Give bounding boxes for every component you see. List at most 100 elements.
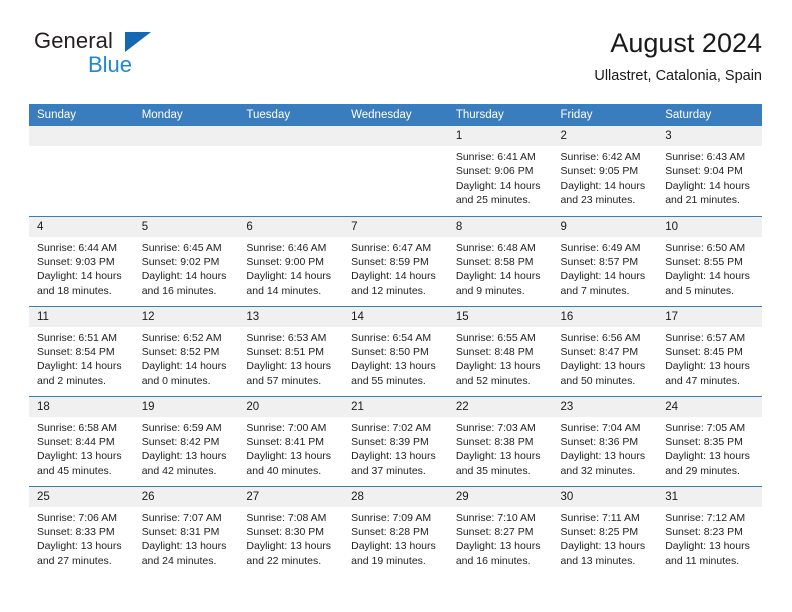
sunrise-text: Sunrise: 6:52 AM <box>141 331 222 344</box>
calendar-day-cell[interactable]: 16 Sunrise: 6:56 AM Sunset: 8:47 PM Dayligh… <box>552 305 658 396</box>
day-sun-info: Sunrise: 7:10 AM Sunset: 8:27 PM Daylight:… <box>448 507 553 569</box>
daylight-text-line1: Daylight: 14 hours <box>37 360 122 373</box>
calendar-day-cell[interactable]: 31 Sunrise: 7:12 AM Sunset: 8:23 PM Dayligh… <box>657 485 762 576</box>
calendar-day-cell[interactable]: 30 Sunrise: 7:11 AM Sunset: 8:25 PM Dayligh… <box>552 485 658 576</box>
brand-logo[interactable]: General Blue <box>30 26 330 86</box>
calendar-day-cell[interactable]: 1 Sunrise: 6:41 AM Sunset: 9:06 PM Daylight… <box>447 126 553 216</box>
calendar-day-cell[interactable]: 8 Sunrise: 6:48 AM Sunset: 8:58 PM Daylight… <box>447 215 553 306</box>
sunset-text: Sunset: 9:03 PM <box>37 255 115 268</box>
day-number: 11 <box>29 306 134 327</box>
daylight-text-line2: and 25 minutes. <box>455 194 531 207</box>
sunset-text: Sunset: 8:33 PM <box>37 525 115 538</box>
calendar-day-cell-empty <box>238 126 344 216</box>
daylight-text-line2: and 55 minutes. <box>351 374 426 387</box>
sunrise-text: Sunrise: 6:58 AM <box>37 421 117 434</box>
day-sun-info: Sunrise: 7:09 AM Sunset: 8:28 PM Daylight:… <box>343 507 448 569</box>
calendar-day-cell[interactable]: 27 Sunrise: 7:08 AM Sunset: 8:30 PM Dayligh… <box>238 485 344 576</box>
calendar-day-cell[interactable]: 18 Sunrise: 6:58 AM Sunset: 8:44 PM Dayligh… <box>29 395 134 486</box>
calendar-day-cell[interactable]: 12 Sunrise: 6:52 AM Sunset: 8:52 PM Dayligh… <box>133 305 239 396</box>
day-sun-info: Sunrise: 7:07 AM Sunset: 8:31 PM Daylight:… <box>134 507 239 569</box>
sunset-text: Sunset: 8:38 PM <box>455 435 534 448</box>
sunrise-text: Sunrise: 6:51 AM <box>37 331 117 344</box>
day-number: 13 <box>238 306 344 327</box>
daylight-text-line1: Daylight: 13 hours <box>665 360 750 373</box>
calendar-day-cell[interactable]: 14 Sunrise: 6:54 AM Sunset: 8:50 PM Dayligh… <box>343 305 448 396</box>
sunrise-text: Sunrise: 7:05 AM <box>665 421 746 434</box>
calendar-day-cell[interactable]: 28 Sunrise: 7:09 AM Sunset: 8:28 PM Dayligh… <box>343 485 448 576</box>
calendar-day-cell[interactable]: 10 Sunrise: 6:50 AM Sunset: 8:55 PM Dayligh… <box>657 215 762 306</box>
daylight-text-line2: and 22 minutes. <box>246 554 322 567</box>
sunset-text: Sunset: 9:00 PM <box>246 255 325 268</box>
sunset-text: Sunset: 8:52 PM <box>141 345 220 358</box>
sunrise-text: Sunrise: 7:09 AM <box>351 511 432 524</box>
sunset-text: Sunset: 8:42 PM <box>141 435 220 448</box>
calendar-day-cell[interactable]: 5 Sunrise: 6:45 AM Sunset: 9:02 PM Daylight… <box>133 215 239 306</box>
calendar-day-cell[interactable]: 29 Sunrise: 7:10 AM Sunset: 8:27 PM Dayligh… <box>447 485 553 576</box>
day-number: 3 <box>657 126 762 146</box>
sunset-text: Sunset: 8:25 PM <box>560 525 639 538</box>
calendar-day-cell[interactable]: 17 Sunrise: 6:57 AM Sunset: 8:45 PM Dayligh… <box>657 305 762 396</box>
weekday-header-friday: Friday <box>552 104 658 126</box>
calendar-day-cell[interactable]: 7 Sunrise: 6:47 AM Sunset: 8:59 PM Daylight… <box>343 215 448 306</box>
daylight-text-line1: Daylight: 14 hours <box>560 270 646 283</box>
day-number: 30 <box>552 486 658 507</box>
daylight-text-line2: and 50 minutes. <box>560 374 636 387</box>
calendar-header-row: Sunday Monday Tuesday Wednesday Thursday Frid… <box>29 104 762 126</box>
calendar-day-cell[interactable]: 25 Sunrise: 7:06 AM Sunset: 8:33 PM Dayligh… <box>29 485 134 576</box>
day-sun-info: Sunrise: 6:46 AM Sunset: 9:00 PM Daylight:… <box>238 237 343 299</box>
day-sun-info: Sunrise: 6:48 AM Sunset: 8:58 PM Daylight:… <box>448 237 553 299</box>
weekday-header-tuesday: Tuesday <box>238 104 344 126</box>
day-number: 28 <box>343 486 448 507</box>
sunset-text: Sunset: 8:23 PM <box>665 525 743 538</box>
calendar-day-cell[interactable]: 13 Sunrise: 6:53 AM Sunset: 8:51 PM Dayligh… <box>238 305 344 396</box>
day-number: 19 <box>133 396 239 417</box>
daylight-text-line2: and 12 minutes. <box>351 284 426 297</box>
daylight-text-line1: Daylight: 13 hours <box>351 360 436 373</box>
day-number: 18 <box>29 396 134 417</box>
calendar-day-cell[interactable]: 9 Sunrise: 6:49 AM Sunset: 8:57 PM Daylight… <box>552 215 658 306</box>
sunset-text: Sunset: 8:50 PM <box>351 345 429 358</box>
day-number: 31 <box>657 486 762 507</box>
calendar-day-cell[interactable]: 22 Sunrise: 7:03 AM Sunset: 8:38 PM Dayligh… <box>447 395 553 486</box>
calendar-day-cell[interactable]: 24 Sunrise: 7:05 AM Sunset: 8:35 PM Dayligh… <box>657 395 762 486</box>
calendar-day-cell[interactable]: 2 Sunrise: 6:42 AM Sunset: 9:05 PM Daylight… <box>552 126 658 216</box>
calendar-day-cell[interactable]: 6 Sunrise: 6:46 AM Sunset: 9:00 PM Daylight… <box>238 215 344 306</box>
sunset-text: Sunset: 8:58 PM <box>455 255 534 268</box>
calendar-day-cell[interactable]: 20 Sunrise: 7:00 AM Sunset: 8:41 PM Dayligh… <box>238 395 344 486</box>
day-sun-info: Sunrise: 6:42 AM Sunset: 9:05 PM Daylight:… <box>553 146 658 208</box>
day-number: 4 <box>29 216 134 237</box>
calendar-day-cell[interactable]: 15 Sunrise: 6:55 AM Sunset: 8:48 PM Dayligh… <box>447 305 553 396</box>
weekday-header-row: Sunday Monday Tuesday Wednesday Thursday Frid… <box>29 104 762 126</box>
daylight-text-line2: and 7 minutes. <box>560 284 630 297</box>
day-sun-info: Sunrise: 6:45 AM Sunset: 9:02 PM Daylight:… <box>134 237 239 299</box>
daylight-text-line1: Daylight: 13 hours <box>455 450 541 463</box>
day-number: 15 <box>447 306 553 327</box>
daylight-text-line1: Daylight: 13 hours <box>141 540 227 553</box>
calendar-day-cell[interactable]: 19 Sunrise: 6:59 AM Sunset: 8:42 PM Dayligh… <box>133 395 239 486</box>
day-number: 29 <box>447 486 553 507</box>
daylight-text-line2: and 5 minutes. <box>665 284 735 297</box>
day-number: 7 <box>343 216 448 237</box>
calendar-day-cell[interactable]: 21 Sunrise: 7:02 AM Sunset: 8:39 PM Dayligh… <box>343 395 448 486</box>
day-sun-info: Sunrise: 7:00 AM Sunset: 8:41 PM Daylight:… <box>238 417 343 479</box>
day-number <box>343 126 448 146</box>
calendar-day-cell[interactable]: 3 Sunrise: 6:43 AM Sunset: 9:04 PM Daylight… <box>657 126 762 216</box>
calendar-day-cell-empty <box>133 126 239 216</box>
daylight-text-line2: and 42 minutes. <box>141 464 217 477</box>
sunrise-text: Sunrise: 6:54 AM <box>351 331 432 344</box>
day-number: 5 <box>133 216 239 237</box>
day-sun-info: Sunrise: 6:50 AM Sunset: 8:55 PM Daylight:… <box>657 237 762 299</box>
sunrise-text: Sunrise: 6:50 AM <box>665 241 746 254</box>
day-sun-info: Sunrise: 6:57 AM Sunset: 8:45 PM Daylight:… <box>657 327 762 389</box>
day-sun-info: Sunrise: 6:55 AM Sunset: 8:48 PM Daylight:… <box>448 327 553 389</box>
calendar-day-cell[interactable]: 23 Sunrise: 7:04 AM Sunset: 8:36 PM Dayligh… <box>552 395 658 486</box>
sunset-text: Sunset: 8:31 PM <box>141 525 220 538</box>
day-sun-info: Sunrise: 6:54 AM Sunset: 8:50 PM Daylight:… <box>343 327 448 389</box>
calendar-day-cell[interactable]: 26 Sunrise: 7:07 AM Sunset: 8:31 PM Dayligh… <box>133 485 239 576</box>
sunrise-text: Sunrise: 6:57 AM <box>665 331 746 344</box>
day-number: 20 <box>238 396 344 417</box>
daylight-text-line2: and 2 minutes. <box>37 374 106 387</box>
calendar-day-cell[interactable]: 4 Sunrise: 6:44 AM Sunset: 9:03 PM Daylight… <box>29 215 134 306</box>
day-sun-info: Sunrise: 7:04 AM Sunset: 8:36 PM Daylight:… <box>553 417 658 479</box>
calendar-day-cell[interactable]: 11 Sunrise: 6:51 AM Sunset: 8:54 PM Dayligh… <box>29 305 134 396</box>
